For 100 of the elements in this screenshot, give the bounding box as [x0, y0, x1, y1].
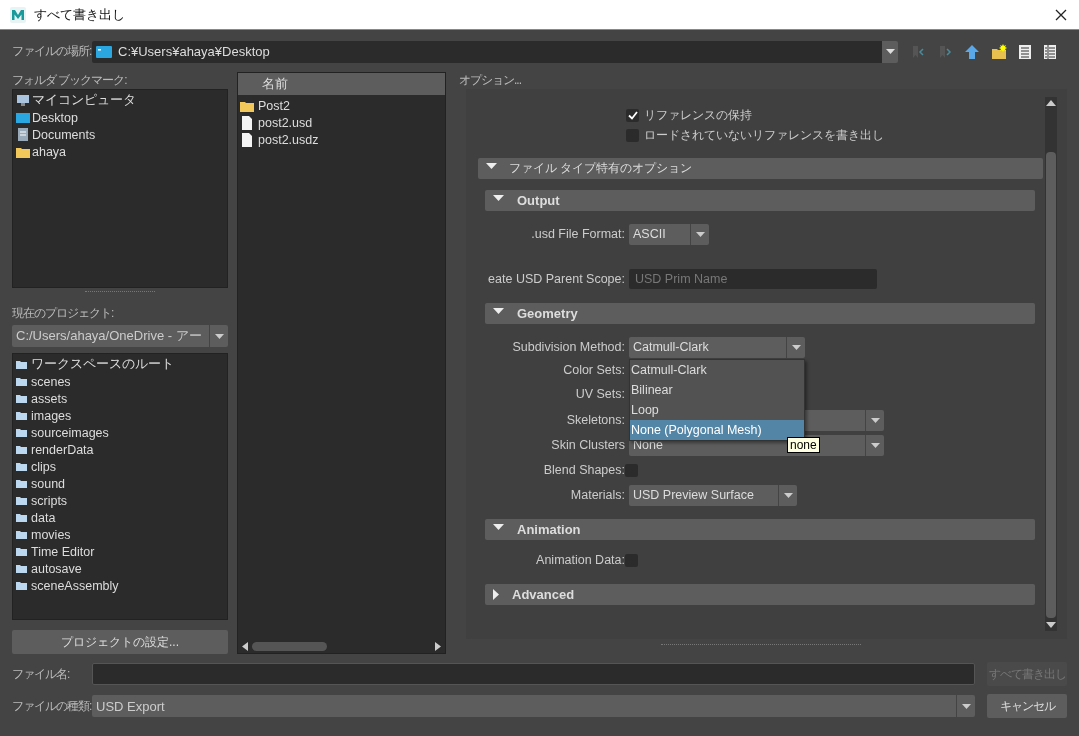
file-name-label: ファイル名:	[12, 665, 71, 683]
location-field[interactable]: C:¥Users¥ahaya¥Desktop	[92, 40, 882, 63]
folder-icon	[16, 512, 27, 523]
bookmark-item[interactable]: ahaya	[16, 143, 224, 160]
detail-view-icon[interactable]	[1043, 43, 1057, 60]
folder-icon	[16, 444, 27, 455]
field-label: Color Sets:	[562, 363, 626, 377]
section-header[interactable]: Animation	[485, 519, 1035, 540]
project-label: 現在のプロジェクト:	[12, 305, 115, 323]
computer-icon	[16, 93, 30, 108]
text-field[interactable]: USD Prim Name	[629, 269, 877, 289]
folder-icon	[16, 359, 27, 370]
folder-icon	[16, 427, 27, 438]
section-header[interactable]: Output	[485, 190, 1035, 211]
scroll-left-icon[interactable]	[242, 641, 248, 651]
scroll-right-icon[interactable]	[435, 641, 441, 651]
dropdown[interactable]: USD Preview Surface	[629, 484, 797, 506]
field-label: Animation Data:	[535, 553, 625, 567]
caret-icon	[791, 344, 801, 350]
menu-item[interactable]: None (Polygonal Mesh)	[630, 419, 804, 440]
caret-icon	[870, 442, 880, 448]
vertical-scrollbar[interactable]	[1045, 97, 1057, 631]
checkbox-label: ロードされていないリファレンスを書き出し	[644, 126, 884, 144]
file-type-dropdown[interactable]: USD Export	[92, 695, 975, 717]
caret-icon	[885, 49, 895, 54]
project-folder-item[interactable]: clips	[16, 458, 224, 476]
project-folder-item[interactable]: data	[16, 509, 224, 527]
folder-icon	[16, 461, 27, 472]
close-icon[interactable]	[1055, 8, 1067, 21]
file-item[interactable]: Post2	[240, 97, 443, 114]
folder-icon	[16, 393, 27, 404]
file-item[interactable]: post2.usd	[240, 114, 443, 131]
project-folder-item[interactable]: sourceimages	[16, 424, 224, 442]
file-type-label: ファイルの種類:	[12, 697, 92, 715]
project-folder-item[interactable]: renderData	[16, 441, 224, 459]
project-folder-item[interactable]: sound	[16, 475, 224, 493]
tooltip: none	[787, 436, 820, 453]
folder-icon	[16, 546, 27, 557]
section-header[interactable]: Advanced	[485, 584, 1035, 605]
bookmark-item[interactable]: Desktop	[16, 109, 224, 126]
checkbox[interactable]	[626, 108, 639, 122]
folder-icon	[16, 495, 27, 506]
bookmarks-label: フォルダ ブックマーク:	[12, 72, 128, 89]
caret-icon	[783, 492, 793, 498]
file-icon	[240, 115, 254, 130]
project-folder-item[interactable]: autosave	[16, 560, 224, 578]
project-folder-item[interactable]: scripts	[16, 492, 224, 510]
bookmark-item[interactable]: Documents	[16, 126, 224, 143]
file-item[interactable]: post2.usdz	[240, 131, 443, 148]
section-header[interactable]: Geometry	[485, 303, 1035, 324]
scroll-down-icon[interactable]	[1046, 622, 1056, 628]
folder-icon	[16, 376, 27, 387]
project-folder-item[interactable]: images	[16, 407, 224, 425]
folder-icon	[16, 529, 27, 540]
group-header[interactable]: ファイル タイプ特有のオプション	[478, 158, 1043, 179]
project-folder-item[interactable]: movies	[16, 526, 224, 544]
cancel-button[interactable]: キャンセル	[987, 694, 1067, 718]
desktop-icon	[16, 110, 30, 125]
project-settings-button[interactable]: プロジェクトの設定...	[12, 630, 228, 654]
checkbox-label: リファレンスの保持	[644, 106, 752, 124]
up-arrow-icon[interactable]	[964, 43, 980, 60]
folder-icon	[16, 410, 27, 421]
caret-icon	[961, 703, 971, 709]
menu-item[interactable]: Loop	[630, 399, 804, 420]
window-title: すべて書き出し	[34, 5, 125, 24]
menu-item[interactable]: Catmull-Clark	[630, 359, 804, 380]
caret-icon	[214, 333, 224, 339]
field-label: Blend Shapes:	[542, 463, 625, 477]
file-name-field[interactable]	[92, 663, 975, 685]
project-dropdown[interactable]: C:/Users/ahaya/OneDrive - アー	[12, 325, 228, 348]
folder-icon	[16, 580, 27, 591]
list-view-icon[interactable]	[1018, 43, 1032, 60]
field-label: eate USD Parent Scope:	[487, 272, 626, 286]
field-label: UV Sets:	[574, 387, 626, 401]
desktop-icon	[96, 44, 112, 59]
field-label: Subdivision Method:	[511, 340, 626, 354]
document-icon	[16, 127, 30, 142]
bookmark-item[interactable]: マイコンピュータ	[16, 92, 224, 109]
new-folder-icon[interactable]	[991, 43, 1007, 60]
column-header[interactable]: 名前	[238, 73, 445, 95]
app-logo-icon	[10, 6, 26, 23]
field-label: Materials:	[569, 488, 626, 502]
project-folder-item[interactable]: ワークスペースのルート	[16, 356, 224, 374]
field-label: .usd File Format:	[530, 227, 626, 241]
location-dropdown-button[interactable]	[882, 40, 898, 63]
folder-icon	[16, 563, 27, 574]
file-icon	[240, 132, 254, 147]
field-label: Skeletons:	[565, 413, 626, 427]
caret-icon	[695, 231, 705, 237]
location-label: ファイルの場所:	[12, 43, 92, 60]
field-label: Skin Clusters	[550, 438, 626, 452]
dropdown[interactable]: ASCII	[629, 223, 709, 245]
project-folder-item[interactable]: Time Editor	[16, 543, 224, 561]
project-folder-item[interactable]: scenes	[16, 373, 224, 391]
project-folder-item[interactable]: sceneAssembly	[16, 577, 224, 595]
project-folder-item[interactable]: assets	[16, 390, 224, 408]
folder-icon	[16, 478, 27, 489]
expand-arrow-icon	[493, 589, 499, 600]
menu-item[interactable]: Bilinear	[630, 379, 804, 400]
scroll-up-icon[interactable]	[1046, 100, 1056, 106]
